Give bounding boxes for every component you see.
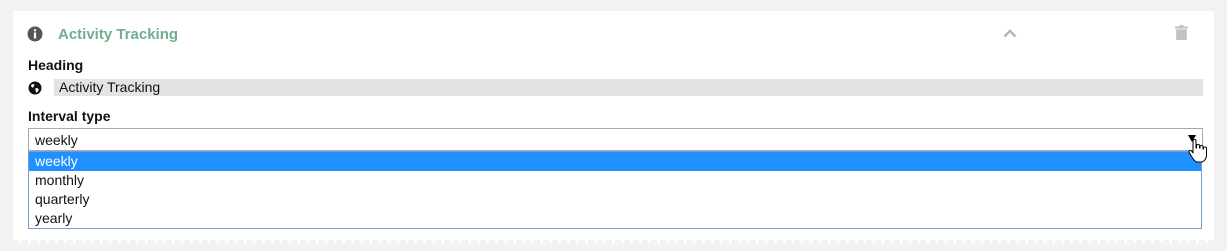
chevron-up-icon[interactable] [1003,28,1017,38]
dropdown-option-weekly[interactable]: weekly [29,152,1201,171]
dropdown-option-yearly[interactable]: yearly [29,209,1201,228]
hand-pointer-cursor-icon [1188,139,1207,163]
info-circle-icon [27,26,43,42]
globe-icon [28,81,42,95]
heading-text-input[interactable]: Activity Tracking [54,79,1203,96]
interval-type-dropdown-list: weekly monthly quarterly yearly [28,151,1202,229]
interval-type-select[interactable]: weekly [28,128,1203,151]
interval-type-label: Interval type [28,108,111,124]
heading-label: Heading [28,57,84,73]
dropdown-option-monthly[interactable]: monthly [29,171,1201,190]
panel-title: Activity Tracking [58,26,179,43]
interval-type-selected-value: weekly [35,132,78,148]
trash-icon[interactable] [1175,25,1188,40]
dropdown-option-quarterly[interactable]: quarterly [29,190,1201,209]
